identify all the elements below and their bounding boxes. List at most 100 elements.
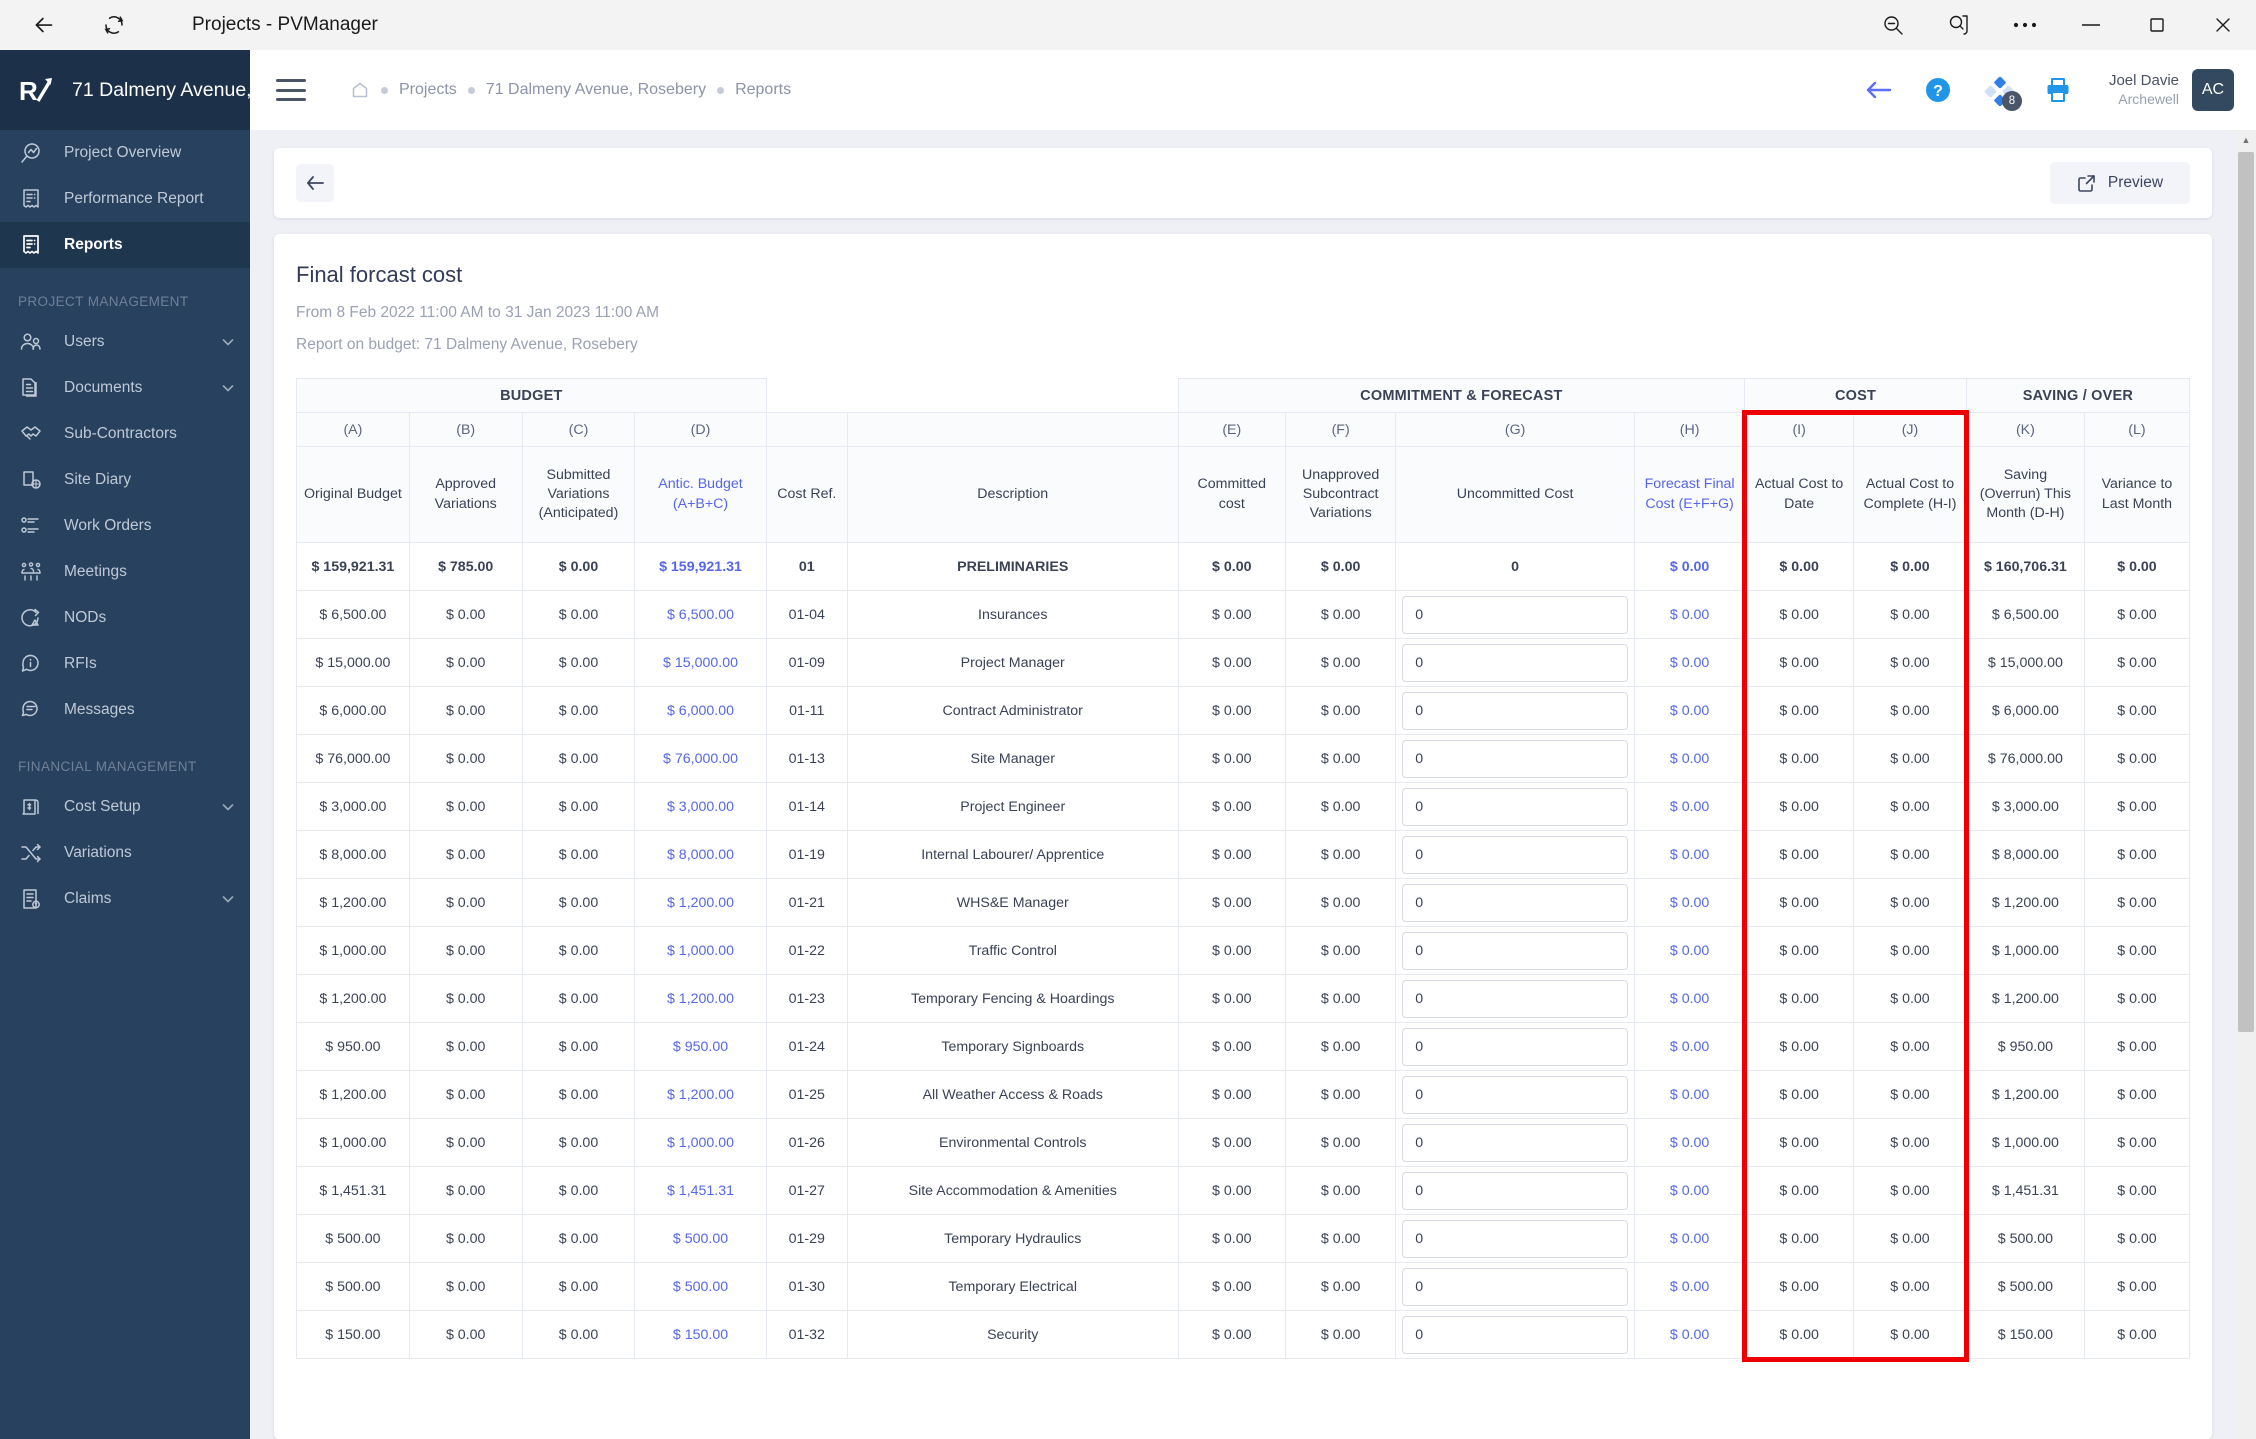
uncommitted-cost-input[interactable] — [1402, 787, 1628, 826]
cell-variance-to-last-month: $ 0.00 — [2083, 1310, 2191, 1359]
col-committed-cost: Committed cost — [1177, 446, 1287, 543]
cell-submitted-variations: $ 0.00 — [521, 878, 636, 927]
sidebar-item-site-diary[interactable]: Site Diary — [0, 457, 250, 503]
uncommitted-cost-input[interactable] — [1402, 739, 1628, 778]
chevron-down-icon[interactable] — [220, 891, 236, 907]
chevron-down-icon[interactable] — [220, 334, 236, 350]
sidebar-item-documents[interactable]: Documents — [0, 365, 250, 411]
scrollbar-thumb[interactable] — [2238, 152, 2254, 1032]
vertical-scrollbar[interactable]: ▲ — [2236, 130, 2256, 1439]
uncommitted-cost-input[interactable] — [1402, 1315, 1628, 1354]
back-button[interactable] — [296, 164, 334, 202]
close-button[interactable] — [2190, 1, 2256, 49]
cell-original-budget: $ 1,000.00 — [296, 926, 410, 975]
cell-uncommitted-cost[interactable] — [1395, 1118, 1635, 1167]
sidebar-item-users[interactable]: Users — [0, 319, 250, 365]
cell-uncommitted-cost[interactable] — [1395, 926, 1635, 975]
read-aloud-icon[interactable] — [1926, 1, 1992, 49]
breadcrumb-item-reports[interactable]: Reports — [735, 81, 791, 99]
sidebar-brand[interactable]: R 71 Dalmeny Avenue, R — [0, 50, 250, 130]
avatar[interactable]: AC — [2192, 69, 2234, 111]
group-budget: BUDGET — [296, 378, 767, 413]
cell-approved-variations: $ 0.00 — [408, 974, 523, 1023]
report-table-container[interactable]: BUDGET COMMITMENT & FORECAST COST SAVING… — [296, 378, 2191, 1362]
cell-saving-overrun-this-month: $ 1,451.31 — [1965, 1166, 2085, 1215]
zoom-out-icon[interactable] — [1860, 1, 1926, 49]
sidebar-item-meetings[interactable]: Meetings — [0, 549, 250, 595]
uncommitted-cost-input[interactable] — [1402, 1027, 1628, 1066]
cell-uncommitted-cost[interactable] — [1395, 638, 1635, 687]
scroll-up-arrow-icon[interactable]: ▲ — [2236, 130, 2256, 150]
uncommitted-cost-input[interactable] — [1402, 835, 1628, 874]
uncommitted-cost-input[interactable] — [1402, 1123, 1628, 1162]
cell-description: Security — [846, 1310, 1179, 1359]
uncommitted-cost-input[interactable] — [1402, 1075, 1628, 1114]
uncommitted-cost-input[interactable] — [1402, 643, 1628, 682]
cell-uncommitted-cost[interactable] — [1395, 878, 1635, 927]
sidebar-item-messages[interactable]: Messages — [0, 687, 250, 733]
more-options-icon[interactable] — [1992, 1, 2058, 49]
apps-icon[interactable]: 8 — [1981, 73, 2022, 111]
cell-uncommitted-cost[interactable] — [1395, 686, 1635, 735]
chevron-down-icon[interactable] — [220, 799, 236, 815]
uncommitted-cost-input[interactable] — [1402, 931, 1628, 970]
cell-uncommitted-cost[interactable] — [1395, 1310, 1635, 1359]
sidebar-item-work-orders[interactable]: Work Orders — [0, 503, 250, 549]
main-content: Preview Final forcast cost From 8 Feb 20… — [250, 130, 2236, 1439]
preview-button[interactable]: Preview — [2050, 162, 2190, 204]
breadcrumb-item-projects[interactable]: Projects — [399, 81, 457, 99]
back-arrow-icon[interactable] — [22, 5, 66, 45]
col-letter-c: (C) — [521, 412, 636, 447]
minimize-button[interactable] — [2058, 1, 2124, 49]
cell-cost-ref: 01-19 — [765, 830, 848, 879]
table-row: $ 1,200.00 $ 0.00 $ 0.00 $ 1,200.00 01-25 All… — [296, 1070, 2191, 1119]
cell-submitted-variations: $ 0.00 — [521, 686, 636, 735]
print-icon[interactable] — [2041, 73, 2075, 107]
menu-toggle-button[interactable] — [276, 79, 306, 101]
sidebar-item-claims[interactable]: Claims — [0, 876, 250, 922]
cell-uncommitted-cost[interactable] — [1395, 590, 1635, 639]
cell-uncommitted-cost[interactable] — [1395, 1262, 1635, 1311]
cell-uncommitted-cost[interactable] — [1395, 974, 1635, 1023]
back-arrow-icon[interactable] — [1861, 73, 1895, 107]
cell-approved-variations: $ 0.00 — [408, 926, 523, 975]
uncommitted-cost-input[interactable] — [1402, 691, 1628, 730]
help-icon[interactable]: ? — [1921, 73, 1955, 107]
cell-saving-overrun-this-month: $ 6,500.00 — [1965, 590, 2085, 639]
cell-uncommitted-cost[interactable] — [1395, 1022, 1635, 1071]
sidebar-item-rfis[interactable]: RFIs — [0, 641, 250, 687]
uncommitted-cost-input[interactable] — [1402, 1219, 1628, 1258]
cell-uncommitted-cost[interactable] — [1395, 782, 1635, 831]
uncommitted-cost-input[interactable] — [1402, 979, 1628, 1018]
maximize-button[interactable] — [2124, 1, 2190, 49]
cell-description: Temporary Hydraulics — [846, 1214, 1179, 1263]
uncommitted-cost-input[interactable] — [1402, 1267, 1628, 1306]
sidebar-brand-text: 71 Dalmeny Avenue, R — [72, 78, 250, 101]
sidebar-item-sub-contractors[interactable]: Sub-Contractors — [0, 411, 250, 457]
cell-submitted-variations: $ 0.00 — [521, 1022, 636, 1071]
home-icon[interactable] — [350, 80, 370, 100]
cell-uncommitted-cost[interactable] — [1395, 1070, 1635, 1119]
cell-uncommitted-cost[interactable] — [1395, 1166, 1635, 1215]
sidebar-item-cost-setup[interactable]: Cost Setup — [0, 784, 250, 830]
cell-original-budget: $ 159,921.31 — [296, 542, 410, 591]
refresh-icon[interactable] — [92, 5, 136, 45]
chevron-down-icon[interactable] — [220, 380, 236, 396]
sidebar-item-reports[interactable]: Reports — [0, 222, 250, 268]
cell-uncommitted-cost[interactable] — [1395, 1214, 1635, 1263]
cell-saving-overrun-this-month: $ 15,000.00 — [1965, 638, 2085, 687]
breadcrumb-item-project[interactable]: 71 Dalmeny Avenue, Rosebery — [486, 81, 706, 99]
sidebar-item-performance-report[interactable]: Performance Report — [0, 176, 250, 222]
user-menu[interactable]: Joel Davie Archewell AC — [2109, 69, 2234, 111]
sidebar-item-nods[interactable]: NODs — [0, 595, 250, 641]
col-letter-i: (I) — [1744, 412, 1855, 447]
sidebar-item-project-overview[interactable]: Project Overview — [0, 130, 250, 176]
cell-approved-variations: $ 0.00 — [408, 590, 523, 639]
cell-uncommitted-cost[interactable] — [1395, 830, 1635, 879]
cell-description: PRELIMINARIES — [846, 542, 1179, 591]
sidebar-item-variations[interactable]: Variations — [0, 830, 250, 876]
cell-uncommitted-cost[interactable] — [1395, 734, 1635, 783]
uncommitted-cost-input[interactable] — [1402, 595, 1628, 634]
uncommitted-cost-input[interactable] — [1402, 1171, 1628, 1210]
uncommitted-cost-input[interactable] — [1402, 883, 1628, 922]
